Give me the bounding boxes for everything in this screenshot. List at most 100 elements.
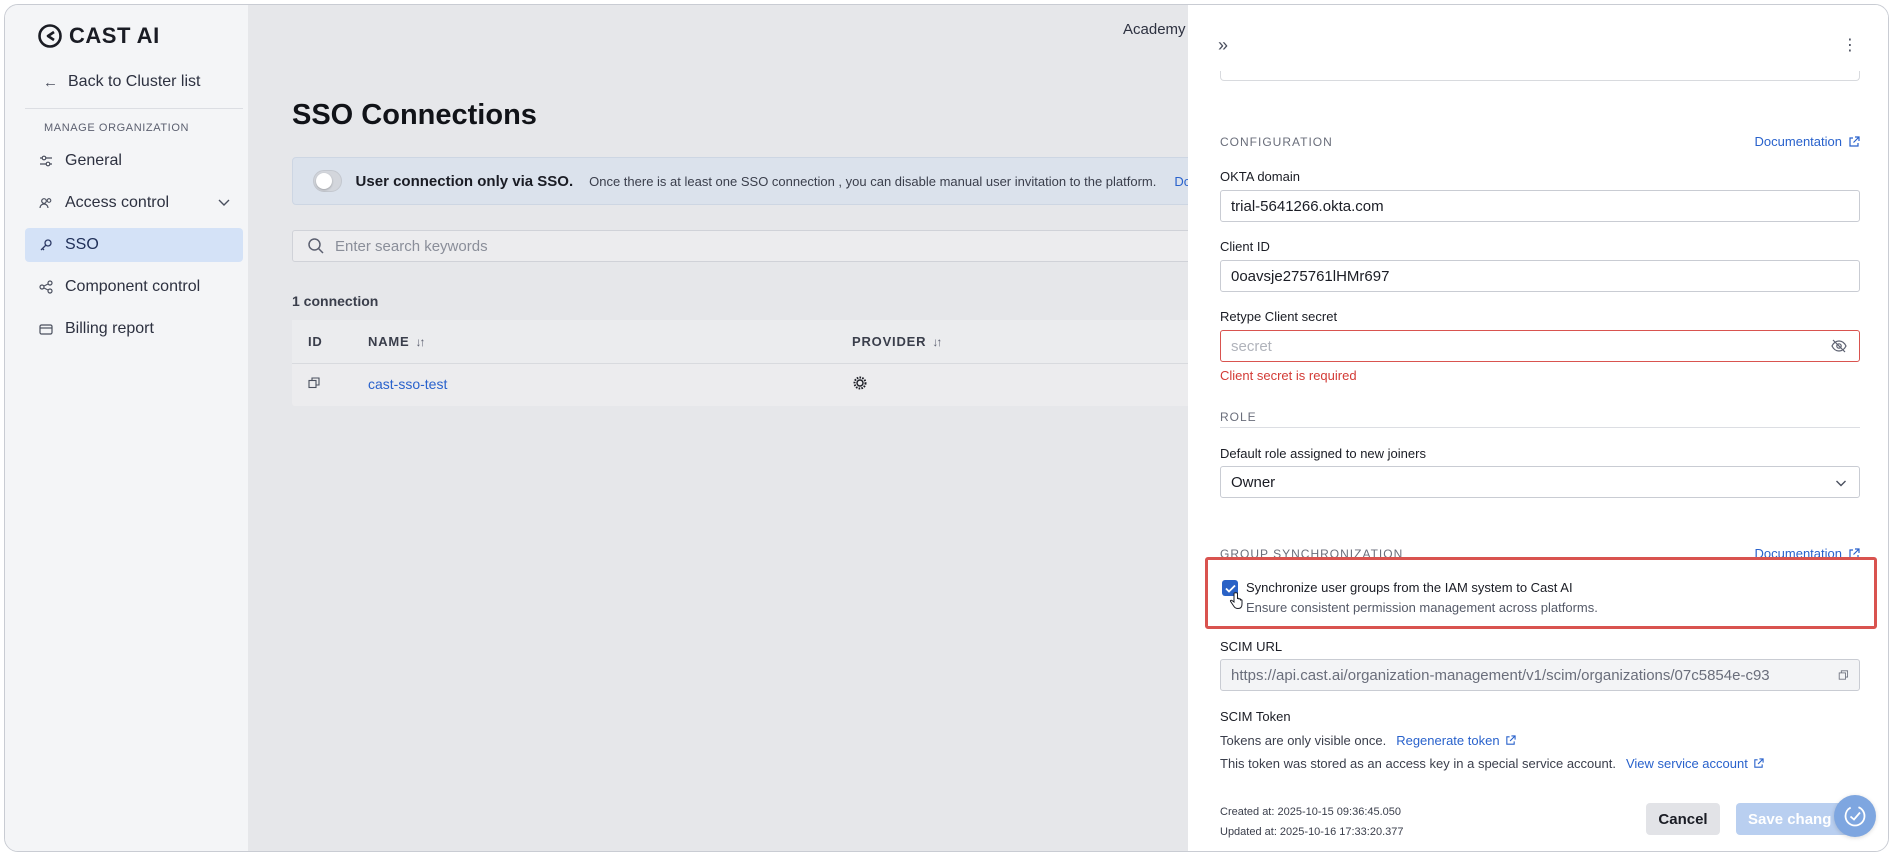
token-stored-text: This token was stored as an access key i… (1220, 756, 1616, 771)
sidebar-item-label: General (65, 152, 122, 169)
sidebar-item-label: SSO (65, 236, 99, 253)
drawer-header: » ⋮ (1188, 5, 1888, 75)
cancel-button[interactable]: Cancel (1646, 803, 1720, 835)
search-bar (292, 230, 1192, 262)
external-link-icon (1754, 758, 1764, 768)
sidebar-item-billing-report[interactable]: Billing report (25, 312, 243, 346)
updated-at-text: Updated at: 2025-10-16 17:33:20.377 (1220, 826, 1404, 838)
sidebar-nav: General Access control SSO Component con… (25, 144, 243, 354)
logo-icon (38, 24, 62, 48)
id-cell (292, 376, 368, 394)
academy-link[interactable]: Academy (1123, 21, 1186, 38)
scim-url-label: SCIM URL (1220, 639, 1283, 654)
okta-domain-label: OKTA domain (1220, 169, 1300, 184)
created-at-text: Created at: 2025-10-15 09:36:45.050 (1220, 806, 1402, 818)
sidebar-item-component-control[interactable]: Component control (25, 270, 243, 304)
documentation-label: Documentation (1754, 134, 1842, 149)
okta-domain-input[interactable] (1221, 191, 1859, 221)
banner-text: Once there is at least one SSO connectio… (589, 173, 1157, 189)
external-link-icon (1505, 735, 1516, 745)
token-visibility-row: Tokens are only visible once. Regenerate… (1220, 733, 1516, 748)
sidebar-item-label: Access control (65, 194, 170, 211)
sort-icon: ↓↑ (932, 334, 942, 349)
scim-token-label: SCIM Token (1220, 709, 1291, 724)
token-stored-row: This token was stored as an access key i… (1220, 756, 1764, 771)
users-icon (39, 196, 53, 210)
client-secret-field (1220, 330, 1860, 362)
sidebar-item-sso[interactable]: SSO (25, 228, 243, 262)
default-role-label: Default role assigned to new joiners (1220, 446, 1426, 461)
manage-organization-label: MANAGE ORGANIZATION (44, 122, 190, 134)
logo-text: CAST AI (69, 23, 160, 48)
default-role-value: Owner (1231, 473, 1276, 491)
configuration-section-label: CONFIGURATION (1220, 135, 1333, 149)
column-header-id: ID (308, 334, 323, 349)
client-secret-error: Client secret is required (1220, 368, 1357, 383)
sidebar-item-general[interactable]: General (25, 144, 243, 178)
regenerate-token-link[interactable]: Regenerate token (1396, 733, 1516, 748)
billing-icon (39, 322, 53, 336)
client-id-label: Client ID (1220, 239, 1270, 254)
client-id-input[interactable] (1221, 261, 1859, 291)
connection-name-link[interactable]: cast-sso-test (368, 376, 447, 392)
scim-url-field (1220, 659, 1860, 691)
more-options-icon[interactable]: ⋮ (1842, 35, 1858, 55)
scim-url-input[interactable] (1221, 660, 1859, 690)
back-to-cluster-list-link[interactable]: ← Back to Cluster list (43, 73, 200, 91)
sidebar: CAST AI ← Back to Cluster list MANAGE OR… (5, 5, 248, 851)
search-icon (308, 238, 324, 254)
role-section-label: ROLE (1220, 410, 1257, 424)
okta-domain-field (1220, 190, 1860, 222)
sidebar-item-access-control[interactable]: Access control (25, 186, 243, 220)
table-header: ID NAME ↓↑ PROVIDER ↓↑ (292, 320, 1192, 364)
banner-title: User connection only via SSO. (355, 172, 574, 190)
copy-icon[interactable] (1829, 668, 1849, 682)
okta-icon (853, 376, 867, 389)
sso-only-banner: User connection only via SSO. Once there… (292, 157, 1192, 205)
provider-cell (852, 375, 1192, 396)
column-header-provider[interactable]: PROVIDER ↓↑ (852, 334, 1192, 349)
client-id-field (1220, 260, 1860, 292)
sidebar-item-label: Billing report (65, 320, 154, 337)
help-assistant-button[interactable] (1834, 795, 1876, 837)
app-window: CAST AI ← Back to Cluster list MANAGE OR… (4, 4, 1889, 852)
column-header-name[interactable]: NAME ↓↑ (368, 334, 852, 349)
collapse-drawer-icon[interactable]: » (1218, 35, 1228, 56)
external-link-icon (1849, 135, 1860, 147)
client-secret-input[interactable] (1221, 331, 1859, 361)
sliders-icon (39, 154, 53, 168)
sidebar-item-label: Component control (65, 278, 201, 295)
arrow-left-icon: ← (43, 73, 58, 91)
view-service-account-label: View service account (1625, 756, 1748, 771)
chevron-down-icon (1836, 480, 1846, 487)
default-role-select[interactable]: Owner (1220, 466, 1860, 498)
connection-count: 1 connection (292, 293, 379, 309)
search-input[interactable] (335, 237, 935, 255)
client-secret-label: Retype Client secret (1220, 309, 1338, 324)
name-cell: cast-sso-test (368, 376, 852, 394)
sync-groups-title: Synchronize user groups from the IAM sys… (1246, 580, 1573, 595)
role-divider (1220, 427, 1860, 428)
back-link-label: Back to Cluster list (68, 73, 201, 90)
regenerate-token-label: Regenerate token (1396, 733, 1500, 748)
view-service-account-link[interactable]: View service account (1626, 756, 1764, 771)
token-visibility-text: Tokens are only visible once. (1220, 733, 1387, 748)
table-row[interactable]: cast-sso-test (292, 364, 1192, 406)
copy-id-icon[interactable] (308, 377, 320, 389)
key-icon (39, 238, 53, 252)
sso-only-toggle[interactable] (313, 170, 342, 192)
previous-field-edge (1220, 71, 1860, 81)
group-sync-option: Synchronize user groups from the IAM sys… (1205, 557, 1877, 629)
components-icon (39, 280, 53, 294)
assistant-icon (1844, 805, 1866, 827)
hand-cursor-icon (1229, 592, 1243, 610)
eye-off-icon[interactable] (1831, 339, 1847, 353)
main-content: Academy SSO Connections User connection … (248, 5, 1192, 851)
sort-icon: ↓↑ (415, 334, 425, 349)
sidebar-divider (25, 108, 243, 109)
sync-groups-description: Ensure consistent permission management … (1246, 600, 1598, 615)
sso-edit-drawer: » ⋮ CONFIGURATION Documentation OKTA dom… (1188, 5, 1888, 851)
page-title: SSO Connections (292, 99, 537, 131)
cast-ai-logo[interactable]: CAST AI (37, 23, 160, 49)
configuration-documentation-link[interactable]: Documentation (1755, 134, 1860, 149)
